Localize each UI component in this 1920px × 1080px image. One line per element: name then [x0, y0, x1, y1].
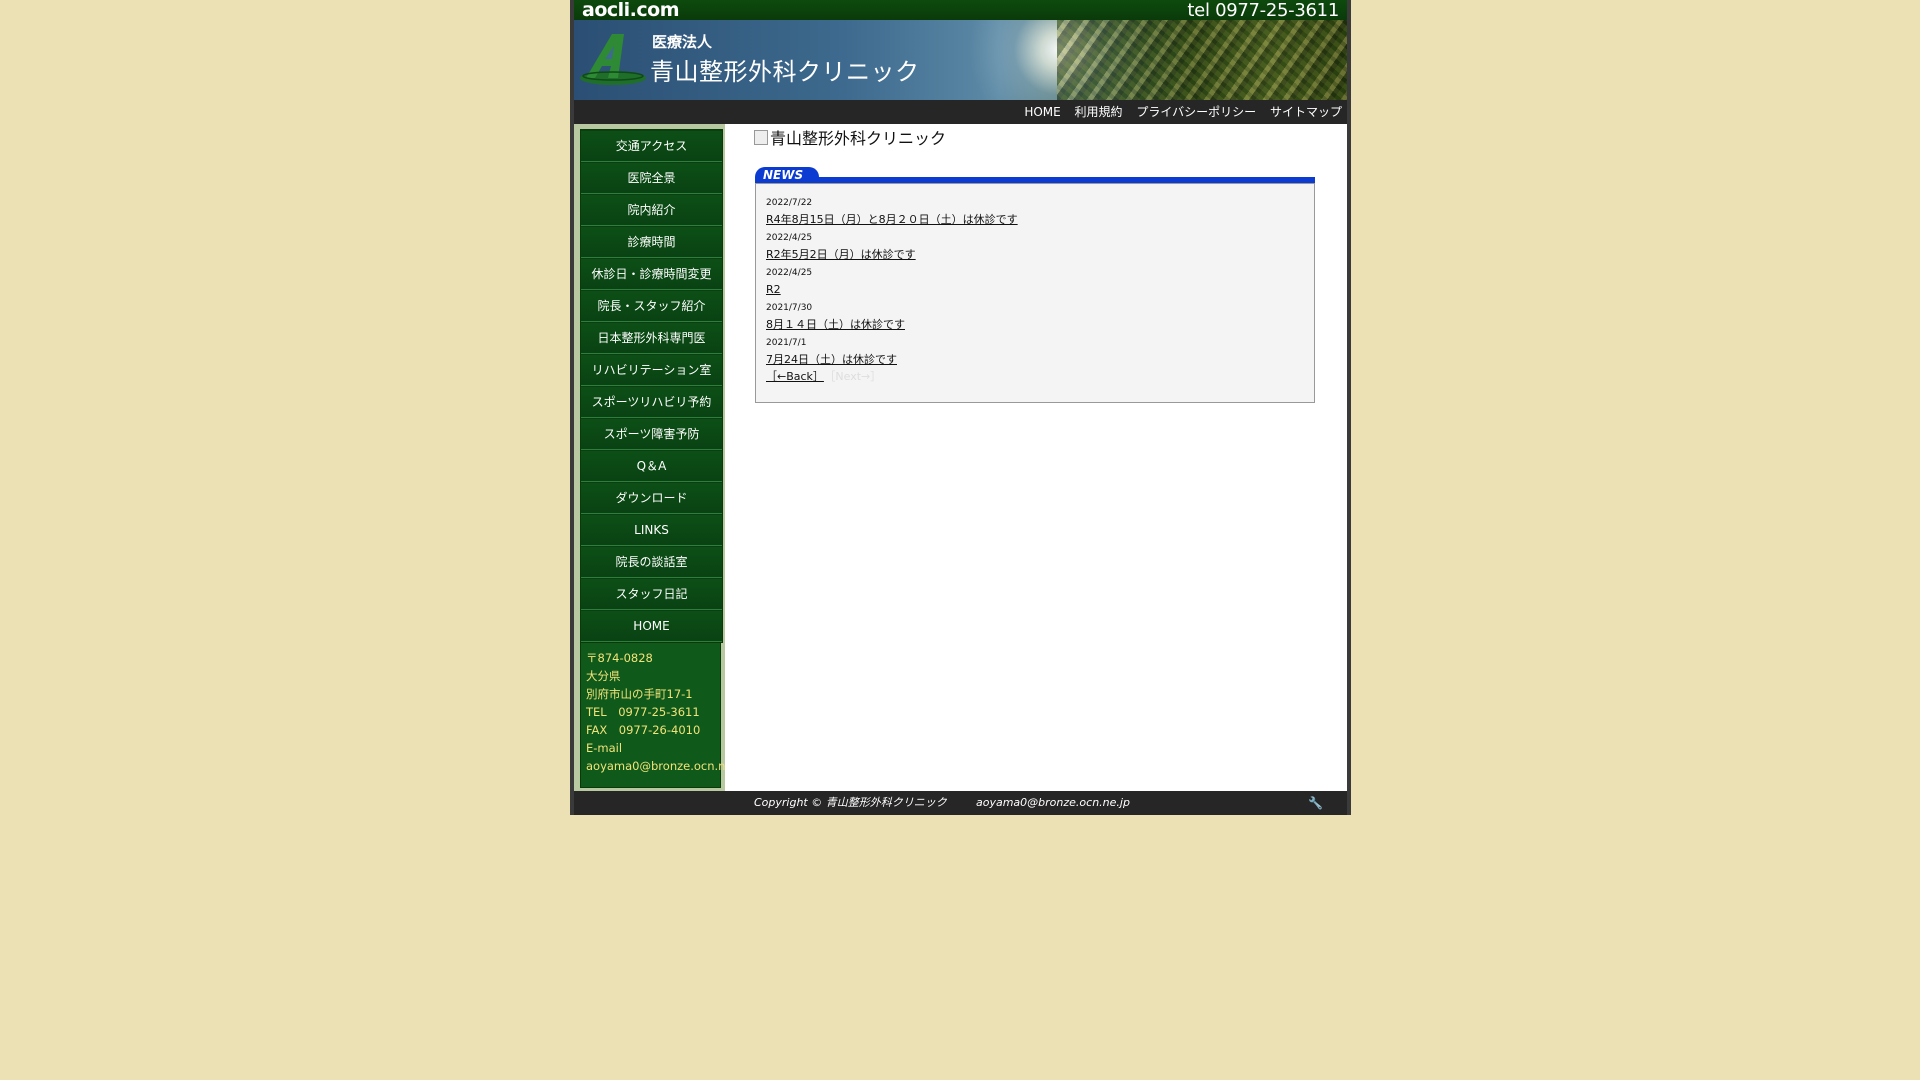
sidebar-item-home[interactable]: HOME — [581, 610, 722, 642]
site-brand-logo[interactable]: aocli.com — [582, 0, 680, 20]
sidebar-item-interior[interactable]: 院内紹介 — [581, 194, 722, 226]
address-street: 別府市山の手町17-1 — [586, 687, 693, 701]
page-container: aocli.com tel 0977-25-3611 医療法人 青山整形外科クリ… — [570, 0, 1351, 815]
wrench-icon[interactable]: 🔧 — [1308, 791, 1323, 815]
news-item: 2021/7/30 8月１４日（土）は休診です — [766, 301, 1304, 334]
address-box: 〒874-0828 大分県 別府市山の手町17-1 TEL 0977-25-36… — [580, 642, 747, 788]
sidebar-item-injury-prevention[interactable]: スポーツ障害予防 — [581, 418, 722, 450]
news-title-link[interactable]: R2 — [766, 281, 1304, 299]
top-bar: aocli.com tel 0977-25-3611 — [574, 0, 1347, 21]
sidebar-item-staff-diary[interactable]: スタッフ日記 — [581, 578, 722, 610]
top-links: HOME 利用規約 プライバシーポリシー サイトマップ — [1014, 100, 1342, 124]
header-phone: tel 0977-25-3611 — [1187, 0, 1339, 21]
news-item: 2022/4/25 R2 — [766, 266, 1304, 299]
top-nav-bar: HOME 利用規約 プライバシーポリシー サイトマップ — [574, 100, 1347, 124]
sidebar-item-staff[interactable]: 院長・スタッフ紹介 — [581, 290, 722, 322]
back-link[interactable]: ［←Back］ — [766, 370, 824, 383]
sidebar-item-links[interactable]: LINKS — [581, 514, 722, 546]
sidebar-item-clinic-view[interactable]: 医院全景 — [581, 162, 722, 194]
footer: Copyright © 青山整形外科クリニック aoyama0@bronze.o… — [574, 791, 1347, 815]
news-item: 2022/7/22 R4年8月15日（月）と8月２０日（土）は休診です — [766, 196, 1304, 229]
address-postal: 〒874-0828 — [586, 651, 653, 665]
address-fax: FAX 0977-26-4010 — [586, 723, 701, 737]
news-title-link[interactable]: 7月24日（土）は休診です — [766, 351, 1304, 369]
sidebar-item-director-talk[interactable]: 院長の談話室 — [581, 546, 722, 578]
news-heading-tab: NEWS — [755, 167, 819, 183]
sidebar-item-access[interactable]: 交通アクセス — [581, 130, 722, 162]
sidebar-menu: 交通アクセス 医院全景 院内紹介 診療時間 休診日・診療時間変更 院長・スタッフ… — [580, 129, 723, 643]
title-image-broken: 青山整形外科クリニック — [754, 129, 946, 149]
header-banner: 医療法人 青山整形外科クリニック — [574, 20, 1347, 100]
address-prefecture: 大分県 — [586, 669, 621, 683]
news-title-link[interactable]: R2年5月2日（月）は休診です — [766, 246, 1304, 264]
news-date: 2022/7/22 — [766, 198, 813, 208]
address-email-label: E-mail — [586, 741, 623, 755]
banner-foliage-image — [1057, 20, 1347, 100]
top-link-home[interactable]: HOME — [1024, 105, 1060, 119]
news-item: 2022/4/25 R2年5月2日（月）は休診です — [766, 231, 1304, 264]
address-email[interactable]: aoyama0@bronze.ocn.ne.jp — [586, 757, 747, 775]
address-tel: TEL 0977-25-3611 — [586, 705, 700, 719]
sidebar-item-download[interactable]: ダウンロード — [581, 482, 722, 514]
title-image-alt-text: 青山整形外科クリニック — [770, 129, 947, 148]
clinic-name-heading: 青山整形外科クリニック — [650, 58, 920, 86]
sidebar-item-hours[interactable]: 診療時間 — [581, 226, 722, 258]
broken-image-icon — [754, 130, 768, 145]
sidebar-item-specialist[interactable]: 日本整形外科専門医 — [581, 322, 722, 354]
sidebar-item-qa[interactable]: Q＆A — [581, 450, 722, 482]
news-item: 2021/7/1 7月24日（土）は休診です — [766, 336, 1304, 369]
sidebar-item-sports-rehab[interactable]: スポーツリハビリ予約 — [581, 386, 722, 418]
news-date: 2022/4/25 — [766, 268, 813, 278]
next-link-disabled: ［Next→］ — [829, 370, 882, 383]
top-link-terms[interactable]: 利用規約 — [1075, 105, 1123, 119]
sidebar-item-closed-days[interactable]: 休診日・診療時間変更 — [581, 258, 722, 290]
org-kind-label: 医療法人 — [652, 33, 713, 51]
news-title-link[interactable]: R4年8月15日（月）と8月２０日（土）は休診です — [766, 211, 1304, 229]
news-title-link[interactable]: 8月１４日（土）は休診です — [766, 316, 1304, 334]
pagination: ［←Back］ ［Next→］ — [766, 369, 1304, 385]
clinic-logo-icon — [580, 34, 646, 85]
top-link-sitemap[interactable]: サイトマップ — [1270, 105, 1342, 119]
news-date: 2021/7/1 — [766, 338, 807, 348]
news-date: 2021/7/30 — [766, 303, 813, 313]
news-list: 2022/7/22 R4年8月15日（月）と8月２０日（土）は休診です 2022… — [755, 183, 1315, 403]
main-content: 青山整形外科クリニック NEWS 2022/7/22 R4年8月15日（月）と8… — [725, 124, 1347, 791]
top-link-privacy[interactable]: プライバシーポリシー — [1136, 105, 1256, 119]
sidebar-item-rehab-room[interactable]: リハビリテーション室 — [581, 354, 722, 386]
news-heading: NEWS — [755, 167, 1315, 183]
copyright-text: Copyright © 青山整形外科クリニック — [754, 796, 947, 809]
footer-email[interactable]: aoyama0@bronze.ocn.ne.jp — [976, 791, 1130, 815]
sidebar: 交通アクセス 医院全景 院内紹介 診療時間 休診日・診療時間変更 院長・スタッフ… — [574, 124, 747, 791]
news-date: 2022/4/25 — [766, 233, 813, 243]
